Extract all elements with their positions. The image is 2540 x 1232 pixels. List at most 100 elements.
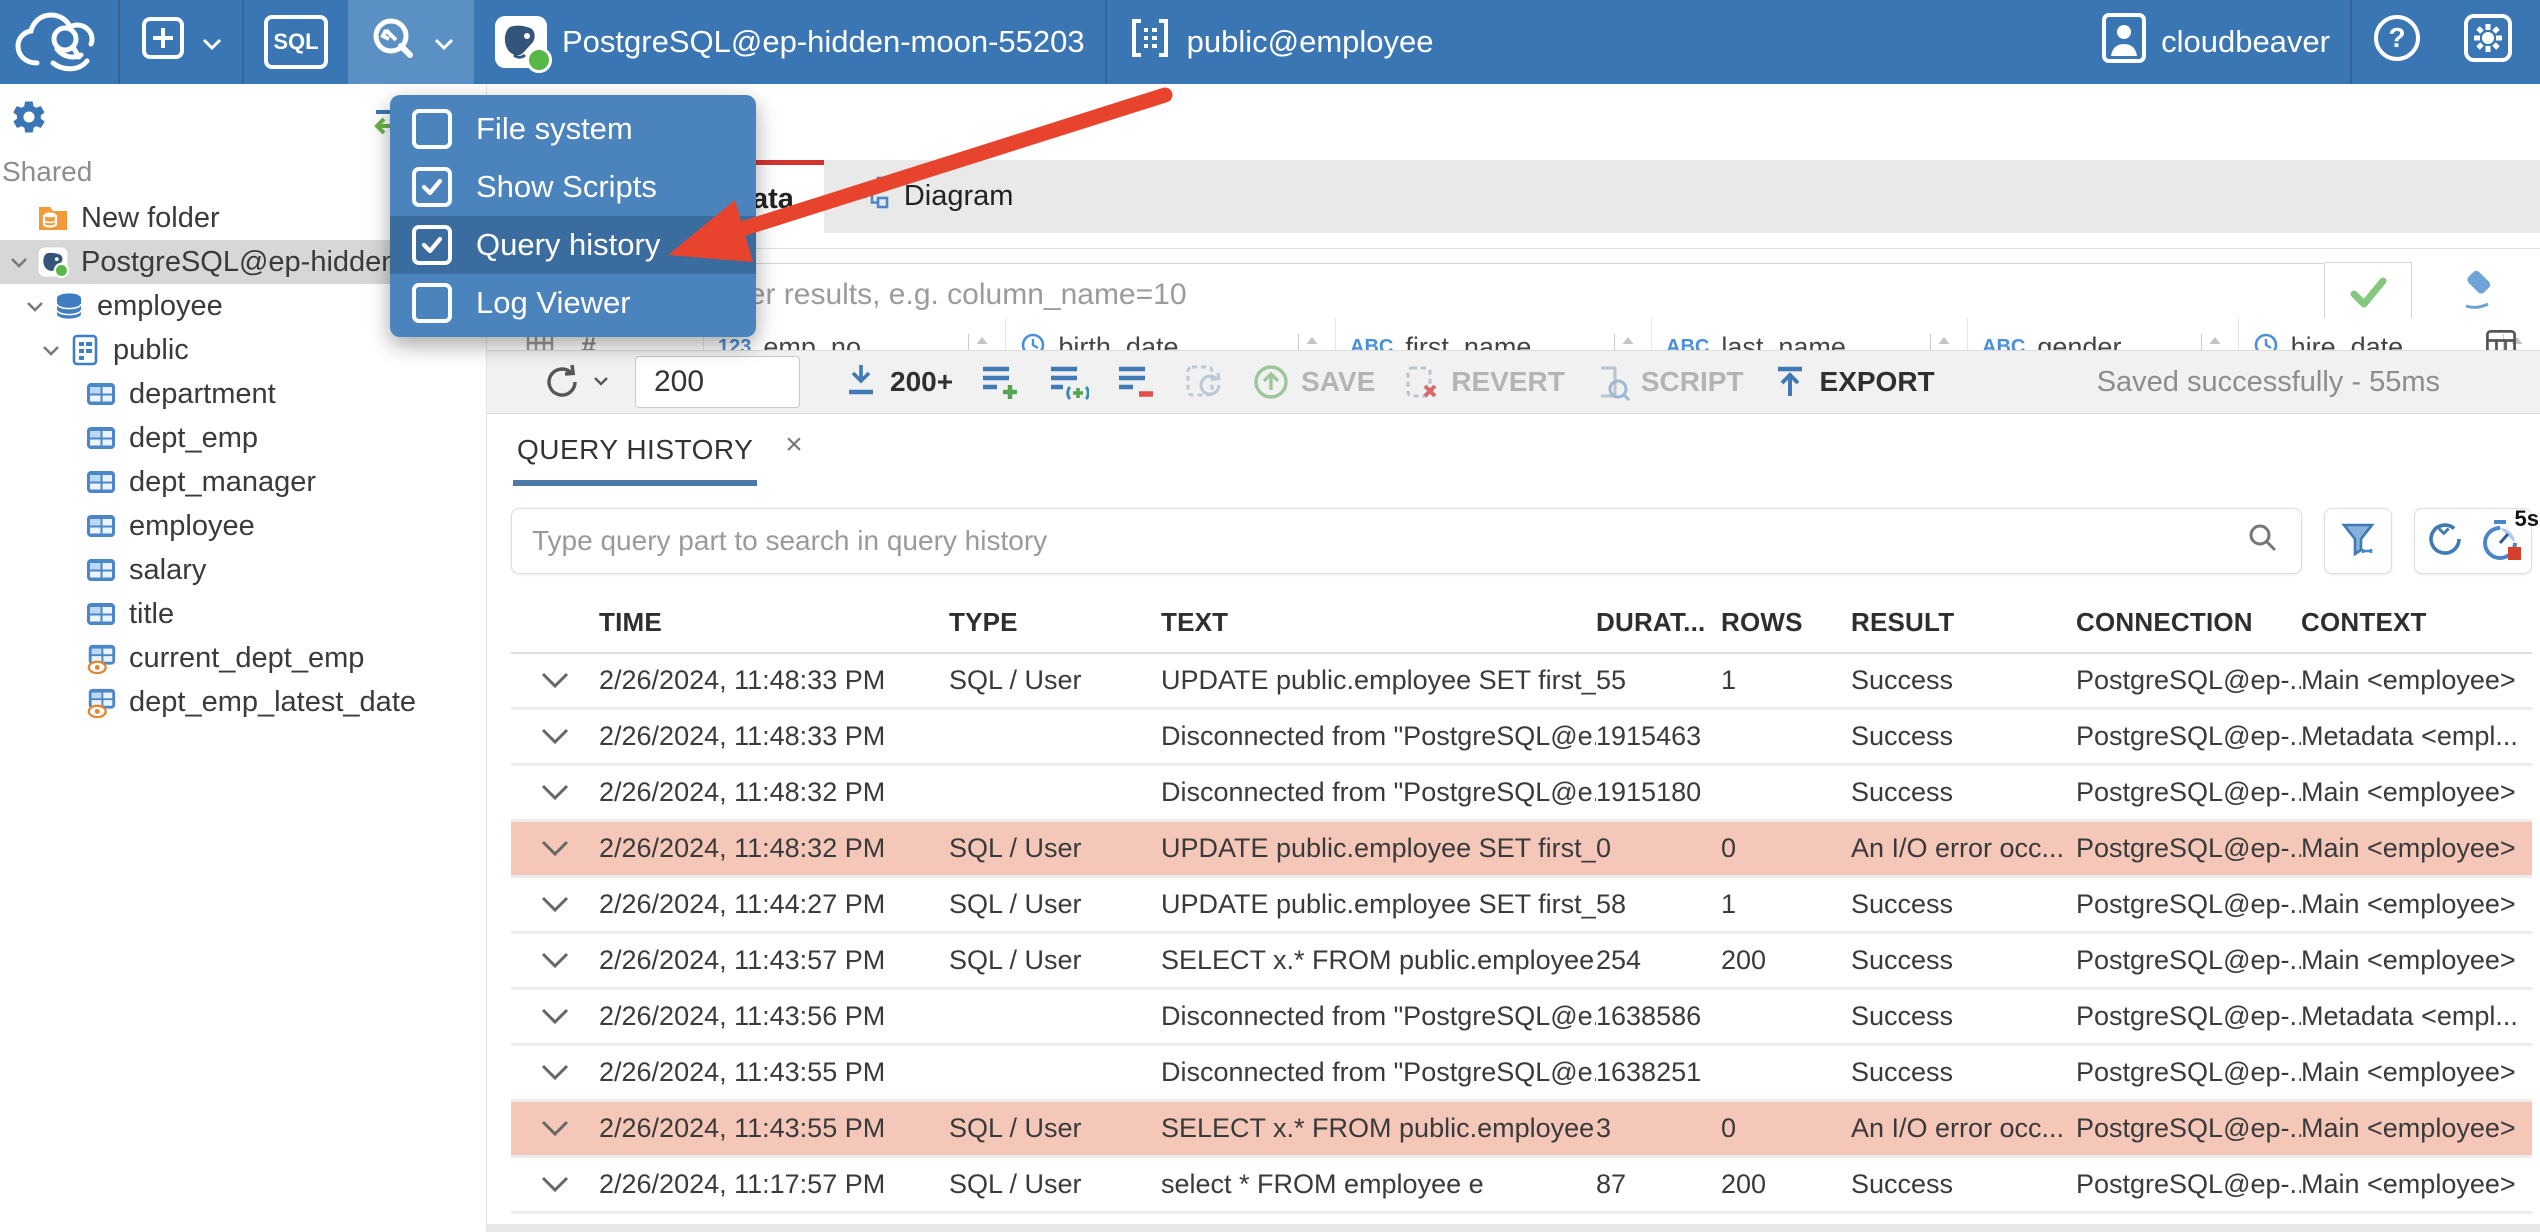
auto-refresh-timer-icon[interactable]: 5s: [2477, 506, 2539, 564]
qh-column-header-durat[interactable]: DURAT...: [1596, 607, 1721, 638]
checkbox-checked-icon[interactable]: [412, 225, 452, 265]
sort-icon[interactable]: [2200, 333, 2224, 350]
tree-item-dept-emp[interactable]: dept_emp: [0, 416, 486, 460]
cell-duration: 254: [1596, 945, 1642, 975]
grid-panel-icon[interactable]: [2484, 328, 2518, 350]
qh-column-header-text[interactable]: TEXT: [1161, 607, 1596, 638]
expand-chevron-icon[interactable]: [511, 952, 599, 969]
expand-chevron-icon[interactable]: [511, 1176, 599, 1193]
query-history-row[interactable]: 2/26/2024, 11:48:32 PM Disconnected from …: [511, 766, 2532, 822]
new-object-button[interactable]: [120, 0, 242, 84]
query-history-row[interactable]: 2/26/2024, 11:48:33 PM SQL / User UPDATE p…: [511, 654, 2532, 710]
query-history-row[interactable]: 2/26/2024, 11:44:27 PM SQL / User UPDATE p…: [511, 878, 2532, 934]
expand-chevron-icon[interactable]: [511, 896, 599, 913]
qh-column-header-result[interactable]: RESULT: [1851, 607, 2076, 638]
checkbox-unchecked-icon[interactable]: [412, 283, 452, 323]
qh-column-header-context[interactable]: CONTEXT: [2301, 607, 2532, 638]
sort-icon[interactable]: [1930, 333, 1953, 350]
cell-time: 2/26/2024, 11:43:55 PM: [599, 1113, 886, 1143]
checkbox-unchecked-icon[interactable]: [412, 109, 452, 149]
refresh-table-button[interactable]: [1183, 361, 1225, 403]
query-history-search-input[interactable]: Type query part to search in query histo…: [511, 508, 2302, 574]
delete-row-button[interactable]: [1115, 361, 1157, 403]
sort-icon[interactable]: [968, 333, 991, 350]
tree-item-title[interactable]: title: [0, 592, 486, 636]
expand-chevron-icon[interactable]: [511, 840, 599, 857]
qh-column-header-rows[interactable]: ROWS: [1721, 607, 1851, 638]
refresh-icon[interactable]: [2423, 517, 2467, 566]
sidebar-settings-gear-icon[interactable]: [10, 98, 48, 141]
qh-column-header-time[interactable]: TIME: [599, 607, 949, 638]
tree-item-label: title: [129, 597, 175, 630]
qh-column-header-connection[interactable]: CONNECTION: [2076, 607, 2301, 638]
expand-chevron-icon[interactable]: [511, 784, 599, 801]
close-icon[interactable]: ×: [785, 428, 803, 462]
tab-diagram[interactable]: Diagram: [824, 160, 1044, 233]
query-history-row[interactable]: 2/26/2024, 11:43:57 PM SQL / User SELECT x…: [511, 934, 2532, 990]
expand-chevron-icon[interactable]: [511, 728, 599, 745]
tools-menu-button[interactable]: [348, 0, 474, 84]
cell-type: SQL / User: [949, 1113, 1082, 1143]
add-row-button[interactable]: [979, 361, 1021, 403]
menu-item-show-scripts[interactable]: Show Scripts: [390, 158, 756, 216]
query-history-row[interactable]: 2/26/2024, 11:48:33 PM Disconnected from …: [511, 710, 2532, 766]
sort-icon[interactable]: [1614, 333, 1637, 350]
expand-chevron-icon[interactable]: [511, 1120, 599, 1137]
chevron-down-icon[interactable]: [23, 294, 47, 318]
menu-item-query-history[interactable]: Query history: [390, 216, 756, 274]
script-button[interactable]: SCRIPT: [1591, 362, 1744, 402]
expand-chevron-icon[interactable]: [511, 1008, 599, 1025]
query-history-header-row: TIME TYPE TEXT DURAT... ROWS RESULT CONNECTION…: [511, 592, 2532, 654]
user-menu-button[interactable]: cloudbeaver: [2081, 0, 2350, 84]
chevron-down-icon[interactable]: [7, 250, 31, 274]
cloudbeaver-app: SQL PostgreSQL@ep-hidden-moon-55203 publ…: [0, 0, 2540, 1232]
menu-item-label: Show Scripts: [476, 169, 657, 204]
refresh-button[interactable]: [541, 361, 609, 403]
tree-item-employee[interactable]: employee: [0, 504, 486, 548]
cell-result: Success: [1851, 777, 1954, 807]
save-button[interactable]: SAVE: [1251, 362, 1375, 402]
column-label: birth_date: [1058, 331, 1179, 351]
query-history-row[interactable]: 2/26/2024, 11:17:57 PM SQL / User select *…: [511, 1158, 2532, 1214]
tree-item-dept-emp-latest-date[interactable]: dept_emp_latest_date: [0, 680, 486, 724]
schema-selector[interactable]: public@employee: [1107, 0, 1454, 84]
tree-item-label: dept_emp: [129, 421, 258, 454]
duplicate-row-button[interactable]: [1047, 361, 1090, 403]
clear-filter-button[interactable]: [2452, 268, 2500, 321]
fetch-more-button[interactable]: 200+: [842, 361, 953, 404]
grid-column-header-last-name[interactable]: ABC last_name: [1651, 318, 1967, 350]
export-button[interactable]: EXPORT: [1770, 362, 1935, 402]
tab-query-history[interactable]: QUERY HISTORY ×: [513, 428, 803, 486]
fetch-more-label: 200+: [890, 366, 954, 397]
tree-item-salary[interactable]: salary: [0, 548, 486, 592]
expand-chevron-icon[interactable]: [511, 1064, 599, 1081]
settings-button[interactable]: [2442, 0, 2540, 84]
menu-item-file-system[interactable]: File system: [390, 100, 756, 158]
grid-column-header-first-name[interactable]: ABC first_name: [1335, 318, 1651, 350]
query-history-filter-button[interactable]: [2324, 508, 2392, 574]
tree-item-department[interactable]: department: [0, 372, 486, 416]
grid-column-header-gender[interactable]: ABC gender: [1967, 318, 2238, 350]
query-history-row[interactable]: 2/26/2024, 11:43:55 PM SQL / User SELECT x…: [511, 1102, 2532, 1158]
tree-item-current-dept-emp[interactable]: current_dept_emp: [0, 636, 486, 680]
grid-column-header-birth-date[interactable]: birth_date: [1005, 318, 1335, 350]
expand-chevron-icon[interactable]: [511, 672, 599, 689]
checkbox-checked-icon[interactable]: [412, 167, 452, 207]
query-history-row[interactable]: 2/26/2024, 11:43:56 PM Disconnected from …: [511, 990, 2532, 1046]
chevron-down-icon[interactable]: [39, 338, 63, 362]
cell-connection: PostgreSQL@ep-...: [2076, 833, 2301, 863]
qh-column-header-type[interactable]: TYPE: [949, 607, 1161, 638]
menu-item-log-viewer[interactable]: Log Viewer: [390, 274, 756, 332]
query-history-row[interactable]: 2/26/2024, 11:43:55 PM Disconnected from …: [511, 1046, 2532, 1102]
row-limit-input[interactable]: 200: [635, 356, 800, 408]
query-history-row[interactable]: 2/26/2024, 11:48:32 PM SQL / User UPDATE p…: [511, 822, 2532, 878]
save-status-text: Saved successfully - 55ms: [2096, 365, 2440, 398]
sql-editor-button[interactable]: SQL: [244, 0, 348, 84]
connection-selector[interactable]: PostgreSQL@ep-hidden-moon-55203: [474, 0, 1105, 84]
sort-icon[interactable]: [1298, 333, 1321, 350]
filter-expression-input[interactable]: expression to filter results, e.g. colum…: [511, 262, 2325, 327]
tree-item-dept-manager[interactable]: dept_manager: [0, 460, 486, 504]
data-grid-header-clipped: # 123 emp_no birth_date ABC first_name ABC las…: [511, 318, 2540, 350]
revert-button[interactable]: REVERT: [1401, 362, 1565, 402]
help-button[interactable]: ?: [2352, 0, 2442, 84]
